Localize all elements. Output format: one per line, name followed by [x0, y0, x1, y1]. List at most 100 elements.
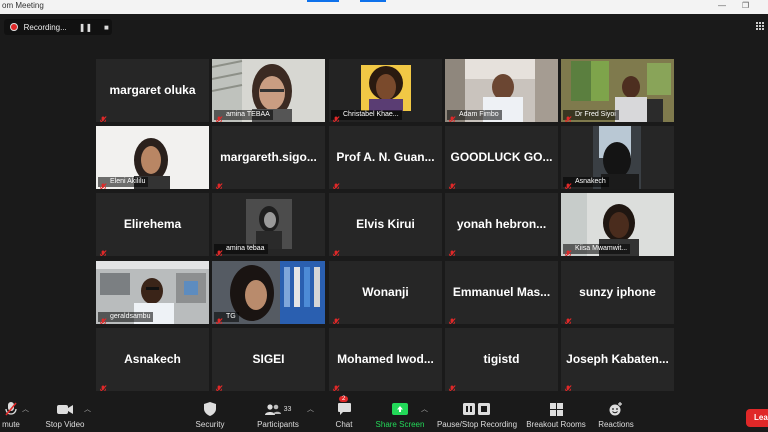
reactions-button[interactable]: Reactions: [594, 398, 638, 429]
pause-recording-icon[interactable]: ❚❚: [79, 23, 92, 32]
security-label: Security: [195, 420, 225, 429]
muted-microphone-icon: [448, 313, 456, 324]
muted-microphone-icon: [448, 111, 456, 122]
participant-name: tigistd: [483, 352, 520, 366]
participant-tile[interactable]: amina TEBAA: [212, 59, 325, 122]
share-options-caret-icon[interactable]: ︿: [421, 404, 428, 414]
muted-microphone-icon: [564, 111, 572, 122]
muted-microphone-icon: [564, 380, 572, 391]
minimize-icon[interactable]: —: [718, 1, 726, 10]
participant-tile[interactable]: Elvis Kirui: [329, 193, 442, 256]
security-button[interactable]: Security: [192, 398, 228, 429]
video-camera-icon: [42, 398, 88, 420]
gallery-view-icon[interactable]: [756, 22, 764, 30]
recording-indicator: Recording... ❚❚ ■: [4, 19, 112, 35]
participants-label: Participants: [257, 420, 299, 429]
muted-microphone-icon: [215, 178, 223, 189]
participant-name: yonah hebron...: [456, 217, 547, 231]
muted-microphone-icon: [332, 178, 340, 189]
participant-tile[interactable]: tigistd: [445, 328, 558, 391]
participant-tile[interactable]: Emmanuel Mas...: [445, 261, 558, 324]
participant-tile[interactable]: Elirehema: [96, 193, 209, 256]
muted-microphone-icon: [564, 178, 572, 189]
participants-button[interactable]: 33 Participants: [255, 398, 301, 429]
share-screen-button[interactable]: Share Screen: [374, 398, 426, 429]
share-screen-icon: [374, 398, 426, 420]
participant-name: Asnakech: [124, 352, 181, 366]
muted-microphone-icon: [215, 245, 223, 256]
participant-tile[interactable]: Joseph Kabaten...: [561, 328, 674, 391]
muted-microphone-icon: [332, 245, 340, 256]
stop-video-label: Stop Video: [45, 420, 85, 429]
stop-recording-icon[interactable]: ■: [101, 23, 112, 32]
participant-tile[interactable]: margareth.sigo...: [212, 126, 325, 189]
smiley-plus-icon: [594, 398, 638, 420]
participant-name: SIGEI: [252, 352, 285, 366]
participant-tile[interactable]: Wonanji: [329, 261, 442, 324]
muted-microphone-icon: [564, 313, 572, 324]
pause-stop-icon: [436, 398, 518, 420]
participants-icon: 33: [255, 398, 301, 420]
restore-icon[interactable]: ❐: [742, 1, 749, 10]
participant-label: Kiisa Mwamwit...: [563, 244, 631, 254]
share-screen-label: Share Screen: [375, 420, 425, 429]
participant-tile[interactable]: Christabel Khae...: [329, 59, 442, 122]
participant-tile[interactable]: GOODLUCK GO...: [445, 126, 558, 189]
participant-tile[interactable]: Prof A. N. Guan...: [329, 126, 442, 189]
leave-button[interactable]: Lea: [746, 409, 768, 427]
muted-microphone-icon: [564, 245, 572, 256]
participant-tile[interactable]: Dr Fred Siyoi: [561, 59, 674, 122]
recording-dot-icon: [10, 23, 18, 31]
muted-microphone-icon: [215, 380, 223, 391]
participant-tile[interactable]: margaret oluka: [96, 59, 209, 122]
breakout-rooms-label: Breakout Rooms: [526, 420, 586, 429]
muted-microphone-icon: [215, 313, 223, 324]
participant-tile[interactable]: Kiisa Mwamwit...: [561, 193, 674, 256]
participant-name: Elirehema: [123, 217, 182, 231]
participant-tile[interactable]: SIGEI: [212, 328, 325, 391]
participant-tile[interactable]: yonah hebron...: [445, 193, 558, 256]
participant-tile[interactable]: amina tebaa: [212, 193, 325, 256]
shield-icon: [192, 398, 228, 420]
title-accent: [360, 0, 386, 2]
recording-label: Recording...: [23, 22, 67, 32]
participant-tile[interactable]: Adam Fimbo: [445, 59, 558, 122]
muted-microphone-icon: [448, 380, 456, 391]
breakout-rooms-button[interactable]: Breakout Rooms: [524, 398, 588, 429]
muted-microphone-icon: [99, 178, 107, 189]
muted-microphone-icon: [99, 380, 107, 391]
participant-name: Mohamed Iwod...: [337, 352, 434, 366]
video-options-caret-icon[interactable]: ︿: [84, 404, 91, 414]
participant-tile[interactable]: geraldsambu: [96, 261, 209, 324]
pause-stop-recording-button[interactable]: Pause/Stop Recording: [436, 398, 518, 429]
meeting-toolbar: mute ︿ Stop Video ︿ Security 33 Particip…: [0, 394, 768, 432]
window-title-bar: om Meeting — ❐: [0, 0, 768, 14]
muted-microphone-icon: [332, 111, 340, 122]
audio-options-caret-icon[interactable]: ︿: [22, 404, 29, 414]
chat-button[interactable]: 2 Chat: [331, 396, 357, 429]
title-accent: [307, 0, 339, 2]
stop-video-button[interactable]: Stop Video: [42, 398, 88, 429]
participant-name: sunzy iphone: [579, 285, 656, 299]
participant-name: margaret oluka: [109, 83, 196, 97]
participant-tile[interactable]: Eleni Akililu: [96, 126, 209, 189]
participants-count: 33: [283, 405, 292, 413]
muted-microphone-icon: [99, 111, 107, 122]
participant-tile[interactable]: Asnakech: [96, 328, 209, 391]
muted-microphone-icon: [99, 313, 107, 324]
chat-unread-badge: 2: [339, 396, 349, 402]
participant-name: Emmanuel Mas...: [452, 285, 551, 299]
participant-tile[interactable]: sunzy iphone: [561, 261, 674, 324]
participant-tile[interactable]: Asnakech: [561, 126, 674, 189]
participant-label: Christabel Khae...: [331, 110, 402, 120]
participant-tile[interactable]: Mohamed Iwod...: [329, 328, 442, 391]
participant-name: Prof A. N. Guan...: [336, 150, 435, 164]
participants-options-caret-icon[interactable]: ︿: [307, 404, 314, 414]
breakout-rooms-icon: [524, 398, 588, 420]
reactions-label: Reactions: [598, 420, 634, 429]
participant-tile[interactable]: TG: [212, 261, 325, 324]
muted-microphone-icon: [448, 245, 456, 256]
muted-microphone-icon: [332, 313, 340, 324]
window-title: om Meeting: [2, 1, 44, 10]
muted-microphone-icon: [332, 380, 340, 391]
